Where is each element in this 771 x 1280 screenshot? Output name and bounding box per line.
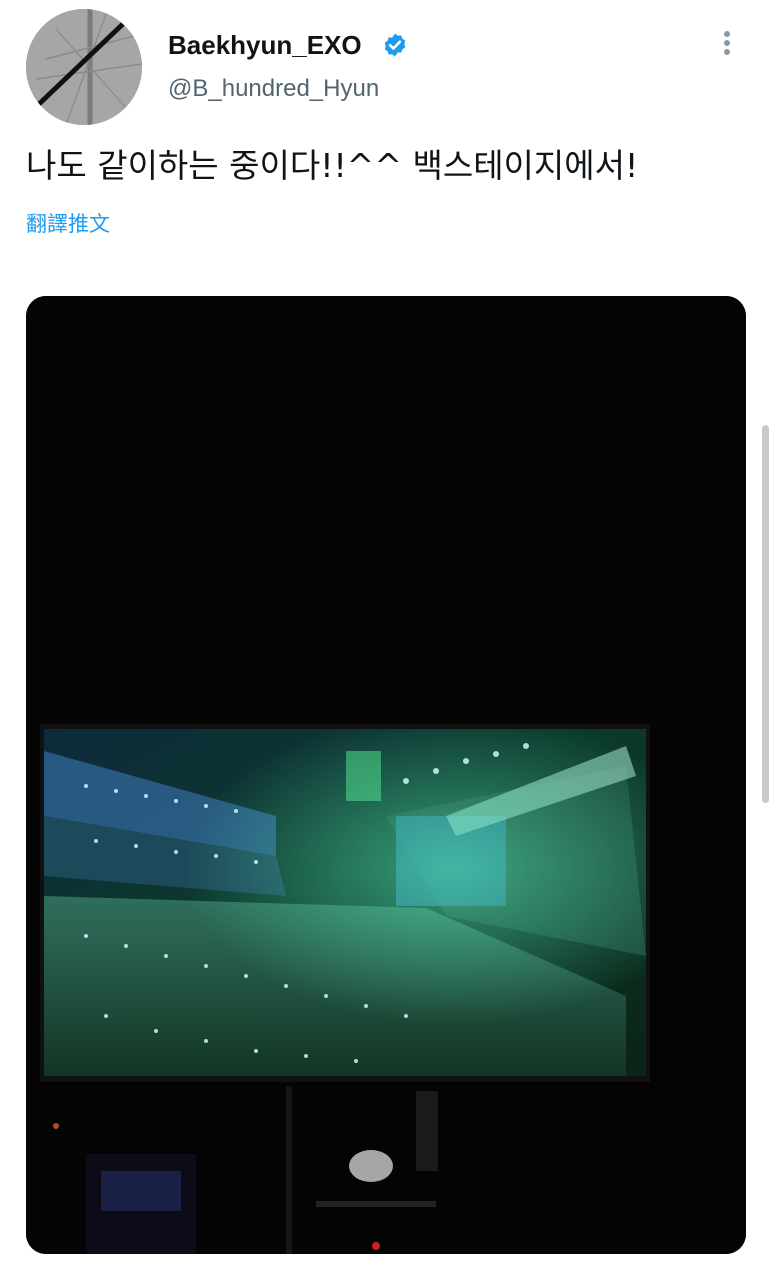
verified-badge-icon (384, 33, 406, 57)
avatar[interactable] (26, 9, 142, 125)
exo-logo-icon (26, 9, 142, 125)
tv-screen (44, 729, 646, 1076)
tweet-text: 나도 같이하는 중이다!!^^ 백스테이지에서! (26, 146, 639, 185)
backstage-photo (26, 296, 746, 1254)
more-vertical-icon[interactable] (712, 26, 742, 66)
scrollbar[interactable] (762, 425, 769, 803)
translate-link[interactable]: 翻譯推文 (26, 208, 110, 238)
display-name[interactable]: Baekhyun_EXO (168, 30, 362, 61)
tweet-media-image[interactable] (26, 296, 746, 1254)
user-handle[interactable]: @B_hundred_Hyun (168, 75, 379, 103)
